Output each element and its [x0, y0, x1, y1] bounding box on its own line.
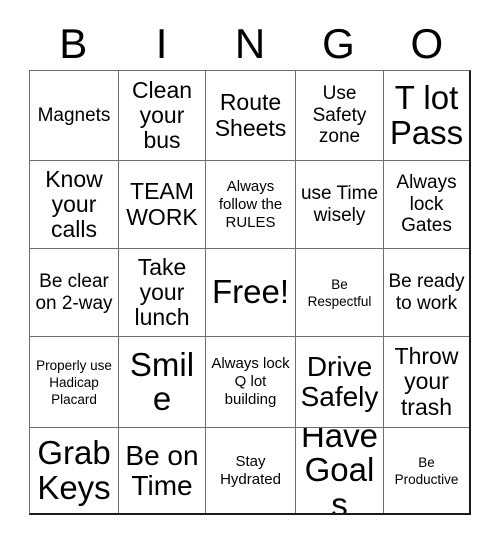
- bingo-cell-label: Be Respectful: [307, 276, 372, 309]
- bingo-cell-n2[interactable]: Always follow the RULES: [206, 161, 296, 249]
- bingo-cell-g5[interactable]: Have Goals: [296, 428, 384, 513]
- bingo-cell-label: Always lock Gates: [396, 172, 457, 237]
- bingo-cell-o5[interactable]: Be Productive: [384, 428, 469, 513]
- bingo-cell-b1[interactable]: Magnets: [30, 71, 119, 161]
- bingo-cell-b3[interactable]: Be clear on 2-way: [30, 249, 119, 337]
- bingo-cell-n4[interactable]: Always lock Q lot building: [206, 337, 296, 428]
- bingo-cell-label: Be ready to work: [388, 271, 465, 314]
- bingo-cell-o4[interactable]: Throw your trash: [384, 337, 469, 428]
- header-letter-n: N: [234, 20, 266, 67]
- bingo-cell-label: Use Safety zone: [312, 83, 367, 148]
- bingo-cell-label: TEAM WORK: [126, 178, 198, 230]
- bingo-cell-label: Properly use Hadicap Placard: [36, 357, 112, 407]
- bingo-cell-o3[interactable]: Be ready to work: [384, 249, 469, 337]
- bingo-cell-label: Always follow the RULES: [218, 177, 283, 231]
- bingo-cell-label: Magnets: [37, 104, 111, 126]
- header-letter-b: B: [59, 20, 88, 67]
- bingo-cell-label: Route Sheets: [214, 89, 287, 141]
- bingo-cell-g4[interactable]: Drive Safely: [296, 337, 384, 428]
- bingo-cell-label: Be Productive: [394, 454, 459, 487]
- bingo-cell-label: Always lock Q lot building: [211, 355, 290, 408]
- bingo-header: B I N G O: [29, 18, 471, 70]
- bingo-cell-label: Throw your trash: [394, 343, 459, 420]
- bingo-cell-g2[interactable]: use Time wisely: [296, 161, 384, 249]
- bingo-cell-label: T lot Pass: [389, 79, 464, 151]
- bingo-cell-i4[interactable]: Smile: [119, 337, 206, 428]
- bingo-cell-g1[interactable]: Use Safety zone: [296, 71, 384, 161]
- bingo-cell-g3[interactable]: Be Respectful: [296, 249, 384, 337]
- bingo-cell-label: Take your lunch: [134, 253, 190, 331]
- bingo-cell-o1[interactable]: T lot Pass: [384, 71, 469, 161]
- bingo-cell-n5[interactable]: Stay Hydrated: [206, 428, 296, 513]
- bingo-grid: Magnets Clean your bus Route Sheets Use …: [29, 70, 471, 515]
- bingo-cell-label: Be clear on 2-way: [35, 271, 113, 314]
- bingo-cell-b5[interactable]: Grab Keys: [30, 428, 119, 513]
- bingo-cell-label: Smile: [129, 345, 195, 417]
- bingo-cell-i5[interactable]: Be on Time: [119, 428, 206, 513]
- bingo-cell-label: Stay Hydrated: [220, 452, 281, 488]
- header-letter-o: O: [410, 20, 444, 67]
- bingo-cell-i3[interactable]: Take your lunch: [119, 249, 206, 337]
- bingo-cell-b2[interactable]: Know your calls: [30, 161, 119, 249]
- bingo-cell-i2[interactable]: TEAM WORK: [119, 161, 206, 249]
- bingo-cell-label: Drive Safely: [300, 351, 379, 412]
- bingo-cell-label: Be on Time: [125, 439, 199, 501]
- bingo-cell-label: use Time wisely: [300, 183, 379, 226]
- bingo-cell-n1[interactable]: Route Sheets: [206, 71, 296, 161]
- bingo-cell-free-space[interactable]: Free!: [206, 249, 296, 337]
- bingo-cell-label: Clean your bus: [131, 76, 193, 154]
- free-space-label: Free!: [211, 273, 290, 311]
- bingo-card: B I N G O Magnets Clean your bus Route S…: [0, 0, 500, 544]
- bingo-cell-o2[interactable]: Always lock Gates: [384, 161, 469, 249]
- header-letter-g: G: [322, 20, 355, 67]
- bingo-cell-b4[interactable]: Properly use Hadicap Placard: [30, 337, 119, 428]
- header-letter-i: I: [155, 20, 168, 67]
- bingo-cell-i1[interactable]: Clean your bus: [119, 71, 206, 161]
- bingo-cell-label: Know your calls: [45, 165, 103, 243]
- bingo-cell-label: Grab Keys: [37, 434, 111, 506]
- bingo-cell-label: Have Goals: [300, 428, 379, 513]
